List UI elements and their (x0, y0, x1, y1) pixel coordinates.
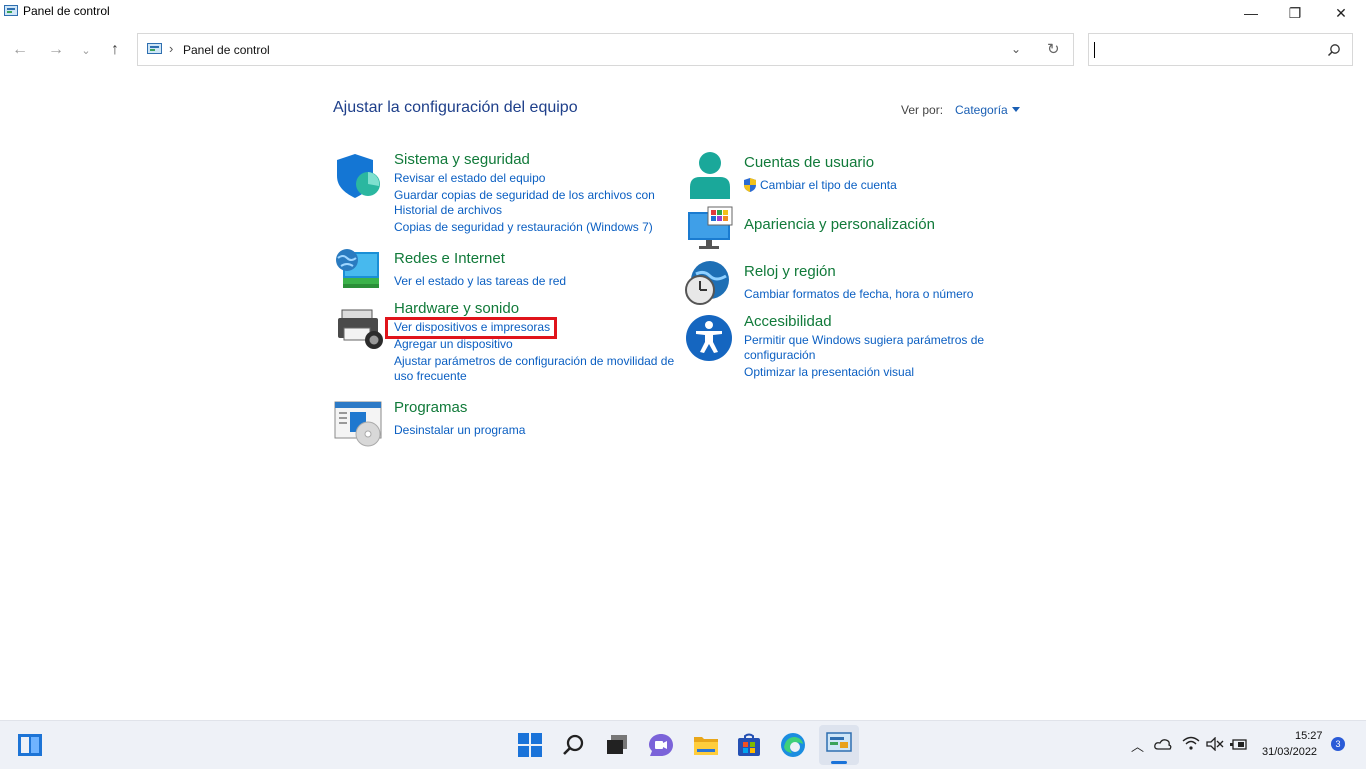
clock-region-icon (685, 261, 729, 305)
link-uninstall-program[interactable]: Desinstalar un programa (394, 422, 525, 438)
uac-shield-icon (744, 178, 756, 192)
control-panel-icon (826, 732, 852, 752)
breadcrumb[interactable]: Panel de control (183, 43, 270, 57)
view-by-dropdown[interactable]: Categoría (955, 103, 1008, 117)
link-mobility-settings[interactable]: Ajustar parámetros de configuración de m… (394, 353, 674, 369)
control-panel-icon (147, 43, 162, 54)
address-dropdown-icon[interactable]: ⌄ (1011, 42, 1021, 56)
arrow-left-icon: ← (12, 41, 28, 58)
store-icon[interactable] (735, 731, 763, 759)
chevron-down-icon: ⌄ (81, 44, 91, 57)
printer-icon (338, 309, 383, 349)
recent-locations-button[interactable]: ⌄ (76, 38, 96, 62)
link-mobility-settings-cont[interactable]: uso frecuente (394, 368, 467, 384)
refresh-icon[interactable]: ↻ (1047, 40, 1060, 58)
start-icon[interactable] (516, 731, 544, 759)
clock-date[interactable]: 31/03/2022 (1262, 746, 1317, 758)
clock-time[interactable]: 15:27 (1295, 730, 1323, 742)
category-hardware-sound[interactable]: Hardware y sonido (394, 300, 519, 317)
chat-icon[interactable] (647, 731, 675, 759)
link-windows-suggest-settings-cont[interactable]: configuración (744, 347, 815, 363)
title-bar: Panel de control — ❐ ✕ (0, 0, 1366, 26)
link-windows-suggest-settings[interactable]: Permitir que Windows sugiera parámetros … (744, 332, 984, 348)
category-network-internet[interactable]: Redes e Internet (394, 250, 505, 267)
widgets-icon[interactable] (16, 731, 44, 759)
onedrive-icon[interactable] (1154, 738, 1172, 750)
wifi-icon[interactable] (1182, 736, 1200, 750)
edge-icon[interactable] (779, 731, 807, 759)
battery-charging-icon[interactable] (1230, 737, 1248, 751)
text-caret (1094, 42, 1095, 58)
appearance-monitor-icon (688, 206, 733, 249)
arrow-right-icon: → (48, 41, 64, 58)
category-accessibility[interactable]: Accesibilidad (744, 313, 832, 330)
user-accounts-icon (690, 152, 730, 199)
link-backup-file-history[interactable]: Guardar copias de seguridad de los archi… (394, 187, 655, 203)
search-icon[interactable] (560, 731, 588, 759)
shield-icon (337, 154, 380, 198)
category-user-accounts[interactable]: Cuentas de usuario (744, 154, 874, 171)
search-icon[interactable] (1327, 43, 1341, 57)
accessibility-icon (686, 315, 732, 361)
page-title: Ajustar la configuración del equipo (333, 99, 578, 116)
maximize-button[interactable]: ❐ (1272, 0, 1318, 26)
taskbar: ︿ 15:27 31/03/2022 3 (0, 720, 1366, 769)
network-globe-icon (336, 249, 379, 288)
window-title: Panel de control (23, 4, 110, 18)
task-view-icon[interactable] (603, 731, 631, 759)
category-system-security[interactable]: Sistema y seguridad (394, 151, 530, 168)
link-review-status[interactable]: Revisar el estado del equipo (394, 170, 545, 186)
programs-icon (334, 401, 382, 447)
link-optimize-display[interactable]: Optimizar la presentación visual (744, 364, 914, 380)
volume-muted-icon[interactable] (1206, 737, 1224, 751)
breadcrumb-separator-icon: › (169, 41, 174, 56)
dropdown-arrow-icon[interactable] (1012, 107, 1020, 112)
link-network-status[interactable]: Ver el estado y las tareas de red (394, 273, 566, 289)
back-button[interactable]: ← (8, 38, 32, 62)
view-by-label: Ver por: (901, 103, 944, 117)
file-explorer-icon[interactable] (692, 731, 720, 759)
search-input[interactable] (1088, 33, 1353, 66)
link-backup-file-history-cont[interactable]: Historial de archivos (394, 202, 502, 218)
control-panel-taskbar-button[interactable] (819, 725, 859, 765)
notification-badge[interactable]: 3 (1331, 737, 1345, 751)
forward-button[interactable]: → (44, 38, 68, 62)
address-bar[interactable]: › Panel de control ⌄ ↻ (137, 33, 1074, 66)
link-change-formats[interactable]: Cambiar formatos de fecha, hora o número (744, 286, 973, 302)
active-indicator (831, 761, 847, 764)
link-backup-restore[interactable]: Copias de seguridad y restauración (Wind… (394, 219, 653, 235)
up-button[interactable]: ↑ (103, 38, 127, 62)
arrow-up-icon: ↑ (111, 41, 119, 58)
category-clock-region[interactable]: Reloj y región (744, 263, 836, 280)
show-hidden-icons-icon[interactable]: ︿ (1131, 736, 1144, 755)
category-programs[interactable]: Programas (394, 399, 467, 416)
close-button[interactable]: ✕ (1318, 0, 1364, 26)
category-appearance[interactable]: Apariencia y personalización (744, 216, 935, 233)
highlight-box (385, 317, 557, 339)
minimize-button[interactable]: — (1228, 0, 1274, 26)
control-panel-icon (4, 5, 18, 16)
link-change-account-type[interactable]: Cambiar el tipo de cuenta (760, 177, 897, 193)
